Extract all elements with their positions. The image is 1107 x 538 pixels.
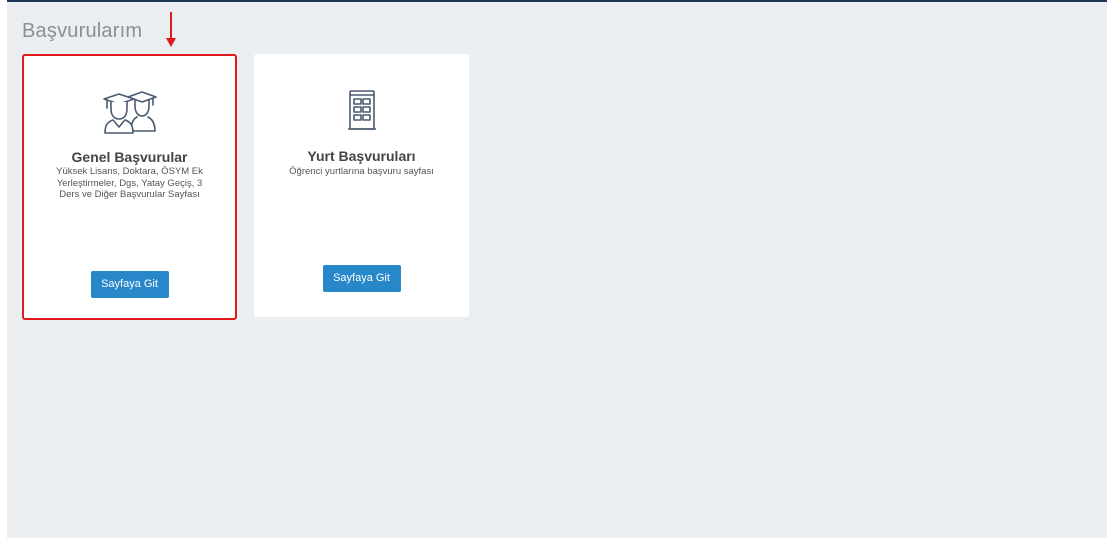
card-title: Genel Başvurular [71, 149, 188, 165]
card-description: Öğrenci yurtlarına başvuru sayfası [289, 166, 434, 177]
page-title: Başvurularım [22, 20, 143, 42]
card-title: Yurt Başvuruları [307, 148, 416, 164]
yurt-basvurulari-go-button[interactable]: Sayfaya Git [322, 265, 401, 292]
graduates-icon [24, 89, 235, 135]
card-yurt-basvurulari: Yurt Başvuruları Öğrenci yurtlarına başv… [254, 54, 469, 317]
main-content: Başvurularım Genel Başvurular Yüksek Lis… [7, 0, 1107, 538]
card-genel-basvurular: Genel Başvurular Yüksek Lisans, Doktara,… [22, 54, 237, 320]
card-description: Yüksek Lisans, Doktara, ÖSYM Ek Yerleşti… [56, 166, 203, 200]
annotation-arrow-icon [166, 12, 176, 47]
building-icon [254, 87, 469, 133]
genel-basvurular-go-button[interactable]: Sayfaya Git [90, 271, 169, 298]
